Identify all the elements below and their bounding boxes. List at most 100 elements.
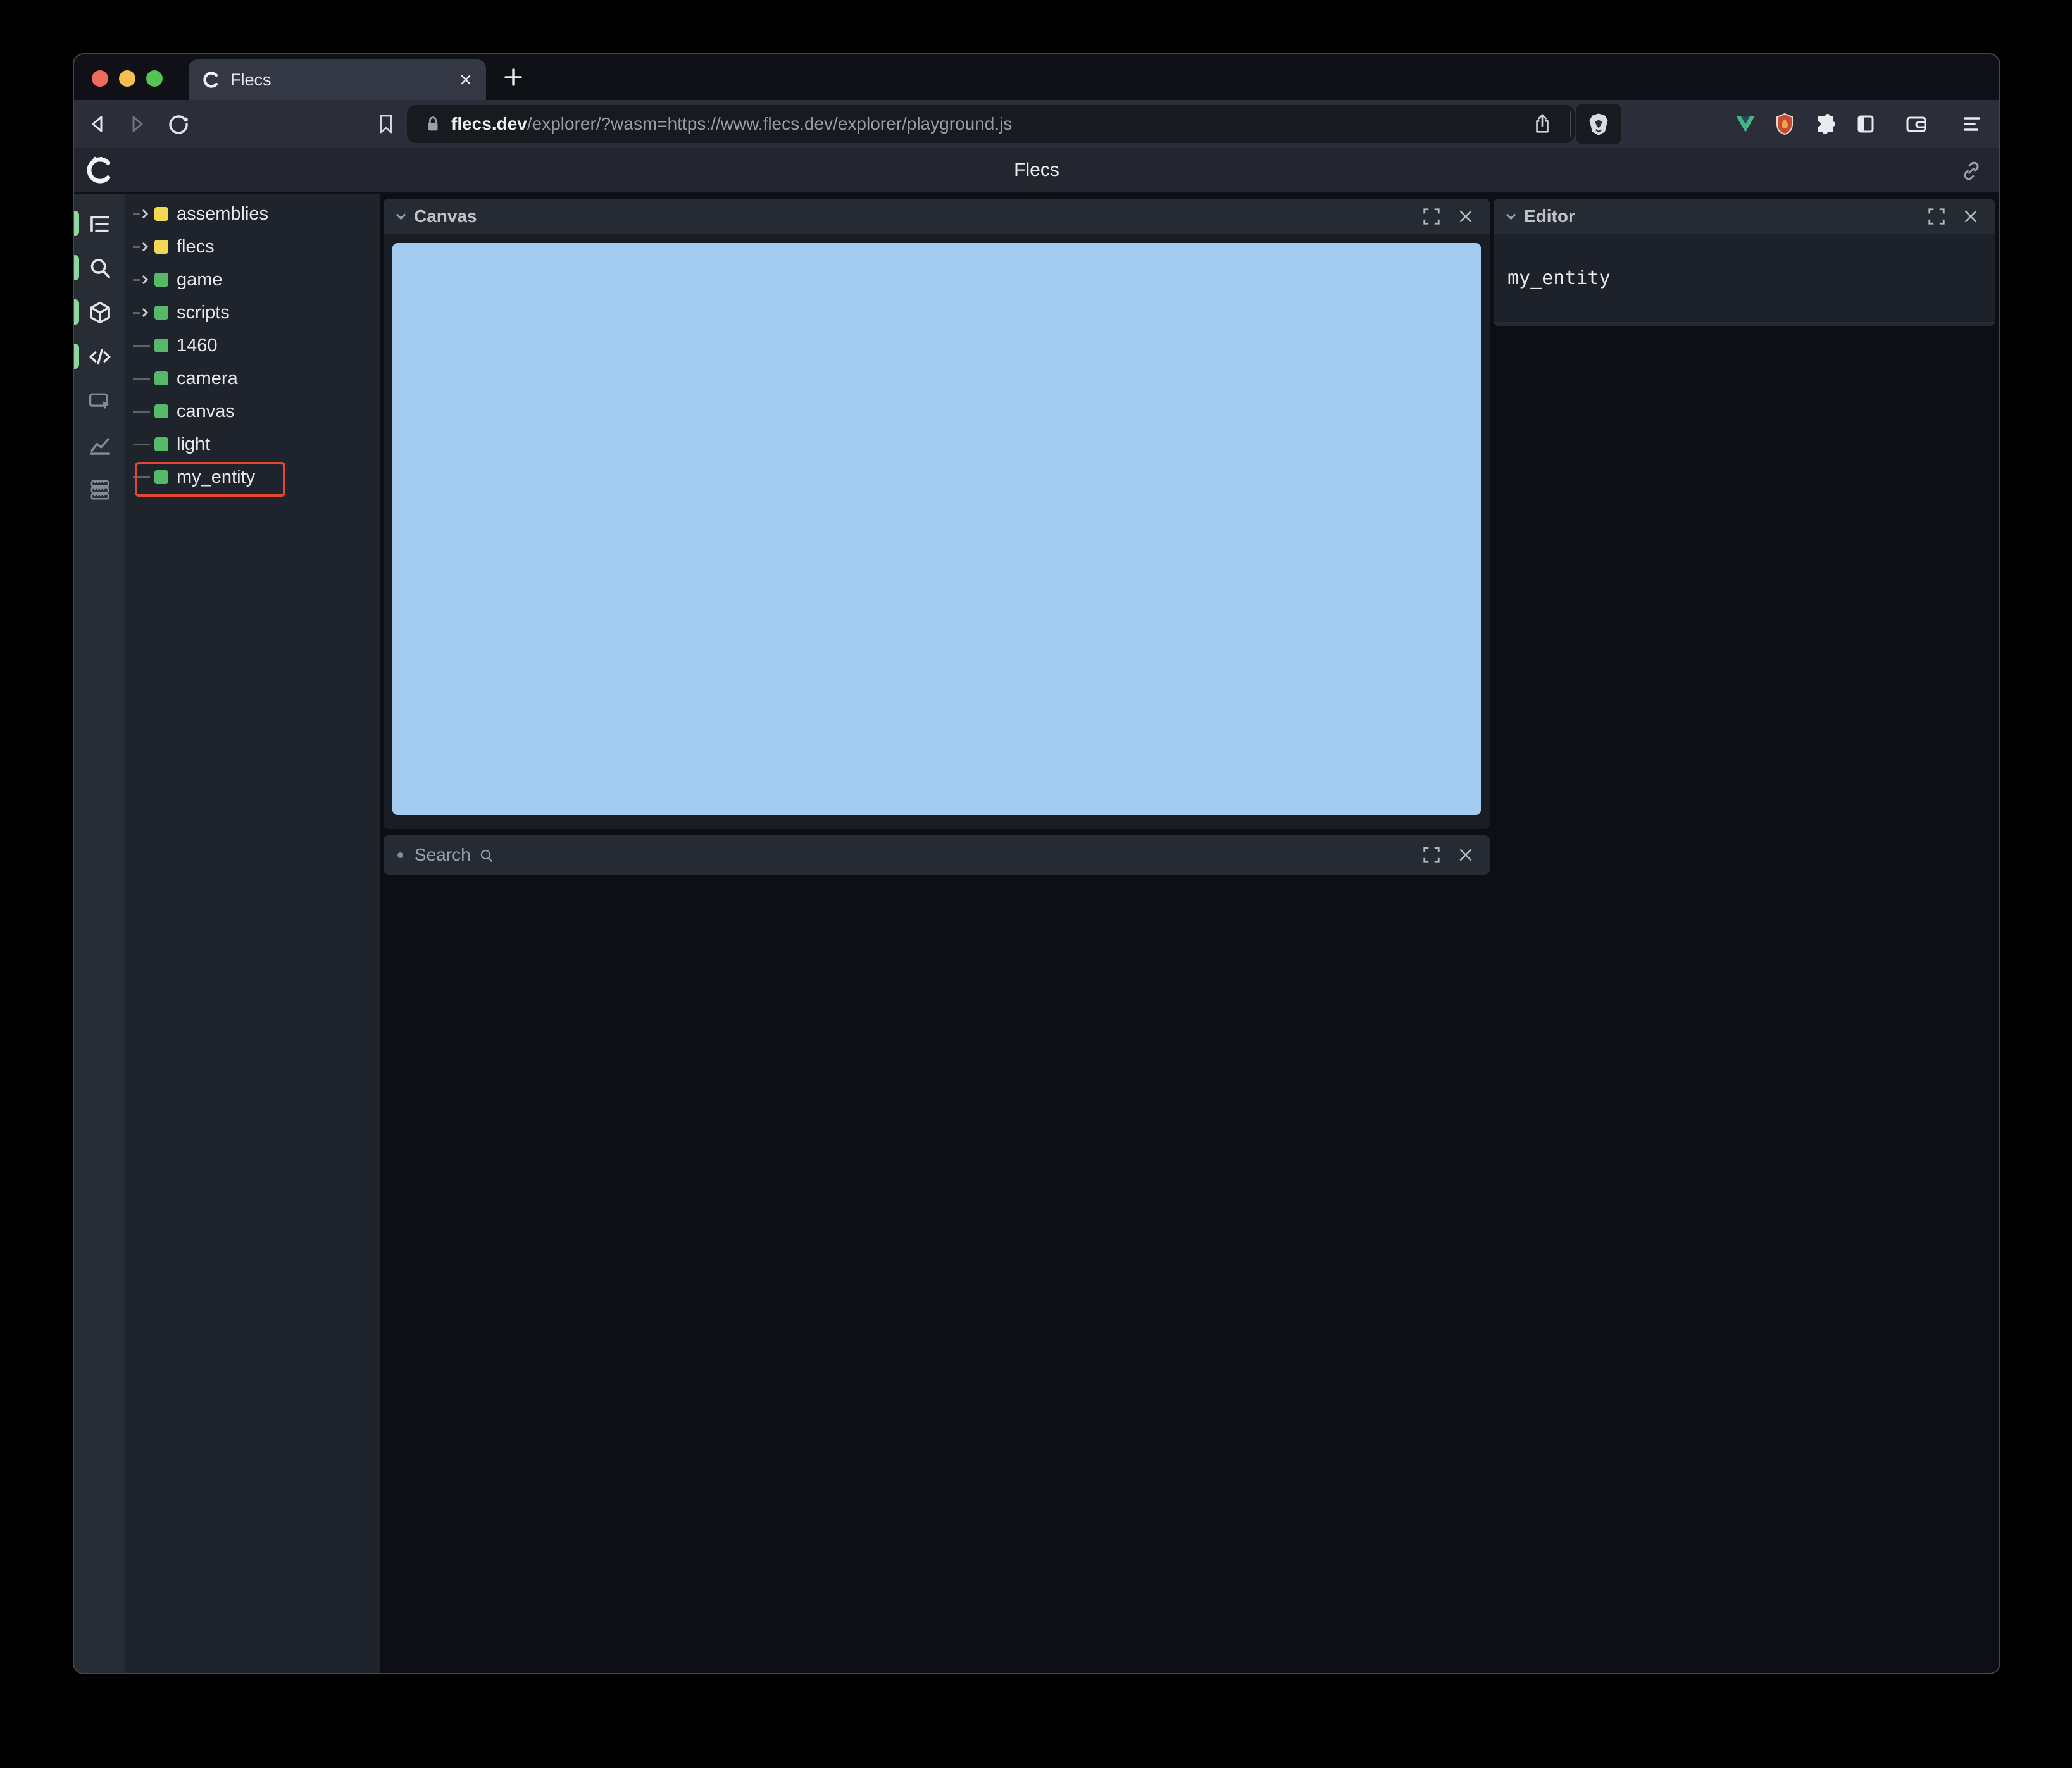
brave-lion-icon (1589, 113, 1608, 135)
app-header: Flecs (74, 148, 1999, 194)
tree-item[interactable]: flecs (125, 230, 380, 263)
new-tab-button[interactable] (497, 63, 530, 91)
entity-color-square (154, 240, 168, 254)
toolbar-divider (1570, 111, 1571, 137)
tree-item[interactable]: scripts (125, 296, 380, 329)
entity-color-square (154, 339, 168, 352)
stats-chart-icon[interactable] (88, 433, 112, 458)
forward-icon[interactable] (125, 113, 148, 135)
expand-icon[interactable] (133, 242, 154, 252)
active-indicator-query (74, 255, 79, 280)
tree-item[interactable]: 1460 (125, 329, 380, 362)
link-icon[interactable] (1959, 158, 1984, 184)
chevron-down-icon[interactable] (1506, 209, 1516, 220)
page-title: Flecs (1014, 159, 1059, 180)
browser-tab[interactable]: Flecs (189, 59, 486, 100)
expand-icon[interactable] (133, 209, 154, 219)
canvas-panel-header[interactable]: Canvas (384, 199, 1490, 234)
editor-panel-header[interactable]: Editor (1494, 199, 1995, 234)
search-icon (478, 848, 495, 864)
tab-close-icon[interactable] (458, 72, 473, 87)
tree-item-label[interactable]: assemblies (177, 204, 268, 225)
content: assemblies flecs game scripts 1460 camer… (74, 194, 1999, 1673)
search-panel: Search (384, 835, 1490, 875)
tree-connector (133, 344, 154, 347)
entity-color-square (154, 306, 168, 320)
tree-connector (133, 443, 154, 445)
active-indicator-editor (74, 344, 79, 369)
expand-icon[interactable] (133, 308, 154, 318)
tree-connector (133, 476, 154, 478)
wallet-icon[interactable] (1905, 113, 1928, 135)
tree-item[interactable]: camera (125, 362, 380, 395)
browser-window: Flecs flecs.dev/explorer/?wasm=https://w… (73, 53, 2000, 1674)
fullscreen-icon[interactable] (1421, 206, 1442, 227)
tree-item-label[interactable]: flecs (177, 237, 215, 258)
render-viewport[interactable] (392, 243, 1481, 815)
tree-item-label[interactable]: game (177, 270, 223, 290)
tab-title: Flecs (230, 70, 271, 89)
editor-code-text[interactable]: my_entity (1507, 267, 1611, 289)
icon-rail (74, 194, 125, 1673)
extension-shield-icon[interactable] (1773, 113, 1796, 135)
minimize-window-button[interactable] (119, 70, 135, 87)
entity-color-square (154, 437, 168, 451)
vue-devtools-icon[interactable] (1734, 113, 1757, 135)
url-path: /explorer/?wasm=https://www.flecs.dev/ex… (527, 114, 1013, 134)
active-indicator-canvas (74, 299, 79, 325)
flecs-favicon (203, 71, 220, 89)
brave-shield-button[interactable] (1576, 104, 1621, 144)
entity-color-square (154, 404, 168, 418)
bookmark-icon[interactable] (375, 113, 397, 135)
tree-item[interactable]: assemblies (125, 197, 380, 230)
extensions-puzzle-icon[interactable] (1814, 113, 1837, 135)
traffic-lights (92, 70, 163, 87)
url-text: flecs.dev/explorer/?wasm=https://www.fle… (451, 114, 1012, 134)
memory-icon[interactable] (88, 478, 112, 502)
reload-icon[interactable] (167, 113, 190, 135)
fullscreen-icon[interactable] (1926, 206, 1947, 227)
query-search-icon[interactable] (88, 256, 112, 280)
entity-color-square (154, 470, 168, 484)
tree-item[interactable]: game (125, 263, 380, 296)
inspect-icon[interactable] (88, 389, 112, 413)
zoom-window-button[interactable] (146, 70, 163, 87)
tree-item-label[interactable]: scripts (177, 302, 230, 323)
fullscreen-icon[interactable] (1421, 845, 1442, 865)
canvas-panel: Canvas (384, 199, 1490, 829)
sidebar-toggle-icon[interactable] (1854, 113, 1877, 135)
code-editor-icon[interactable] (88, 345, 112, 369)
close-window-button[interactable] (92, 70, 108, 87)
close-icon[interactable] (1456, 206, 1476, 227)
tree-item-label[interactable]: camera (177, 368, 238, 389)
tree-item-label[interactable]: canvas (177, 401, 235, 422)
tree-item-label[interactable]: light (177, 434, 210, 455)
close-icon[interactable] (1961, 206, 1981, 227)
chevron-down-icon[interactable] (396, 209, 406, 220)
close-icon[interactable] (1456, 845, 1476, 865)
editor-content[interactable]: my_entity (1494, 234, 1995, 322)
active-indicator-tree (74, 211, 79, 236)
editor-panel: Editor my_entity (1494, 199, 1995, 326)
canvas-cube-icon[interactable] (88, 301, 112, 325)
flecs-explorer-page: Flecs assemblies flecs game scripts 1460… (74, 148, 1999, 1673)
entity-color-square (154, 273, 168, 287)
tree-item-my-entity[interactable]: my_entity (125, 461, 380, 494)
tree-item[interactable]: light (125, 428, 380, 461)
url-host: flecs.dev (451, 114, 527, 134)
menu-icon[interactable] (1961, 113, 1983, 135)
search-panel-header[interactable]: Search (384, 835, 1490, 875)
share-icon[interactable] (1532, 113, 1553, 135)
tree-item-label[interactable]: 1460 (177, 335, 218, 356)
expand-icon[interactable] (133, 275, 154, 285)
tree-item-label[interactable]: my_entity (177, 467, 255, 488)
entity-color-square (154, 371, 168, 385)
search-panel-title: Search (415, 845, 471, 864)
entity-tree-panel: assemblies flecs game scripts 1460 camer… (125, 194, 380, 1673)
back-icon[interactable] (87, 113, 109, 135)
collapsed-bullet-icon[interactable] (397, 852, 403, 858)
browser-toolbar: flecs.dev/explorer/?wasm=https://www.fle… (74, 100, 1999, 148)
tree-panel-icon[interactable] (88, 212, 112, 236)
tree-item[interactable]: canvas (125, 395, 380, 428)
url-bar[interactable]: flecs.dev/explorer/?wasm=https://www.fle… (407, 105, 1575, 143)
